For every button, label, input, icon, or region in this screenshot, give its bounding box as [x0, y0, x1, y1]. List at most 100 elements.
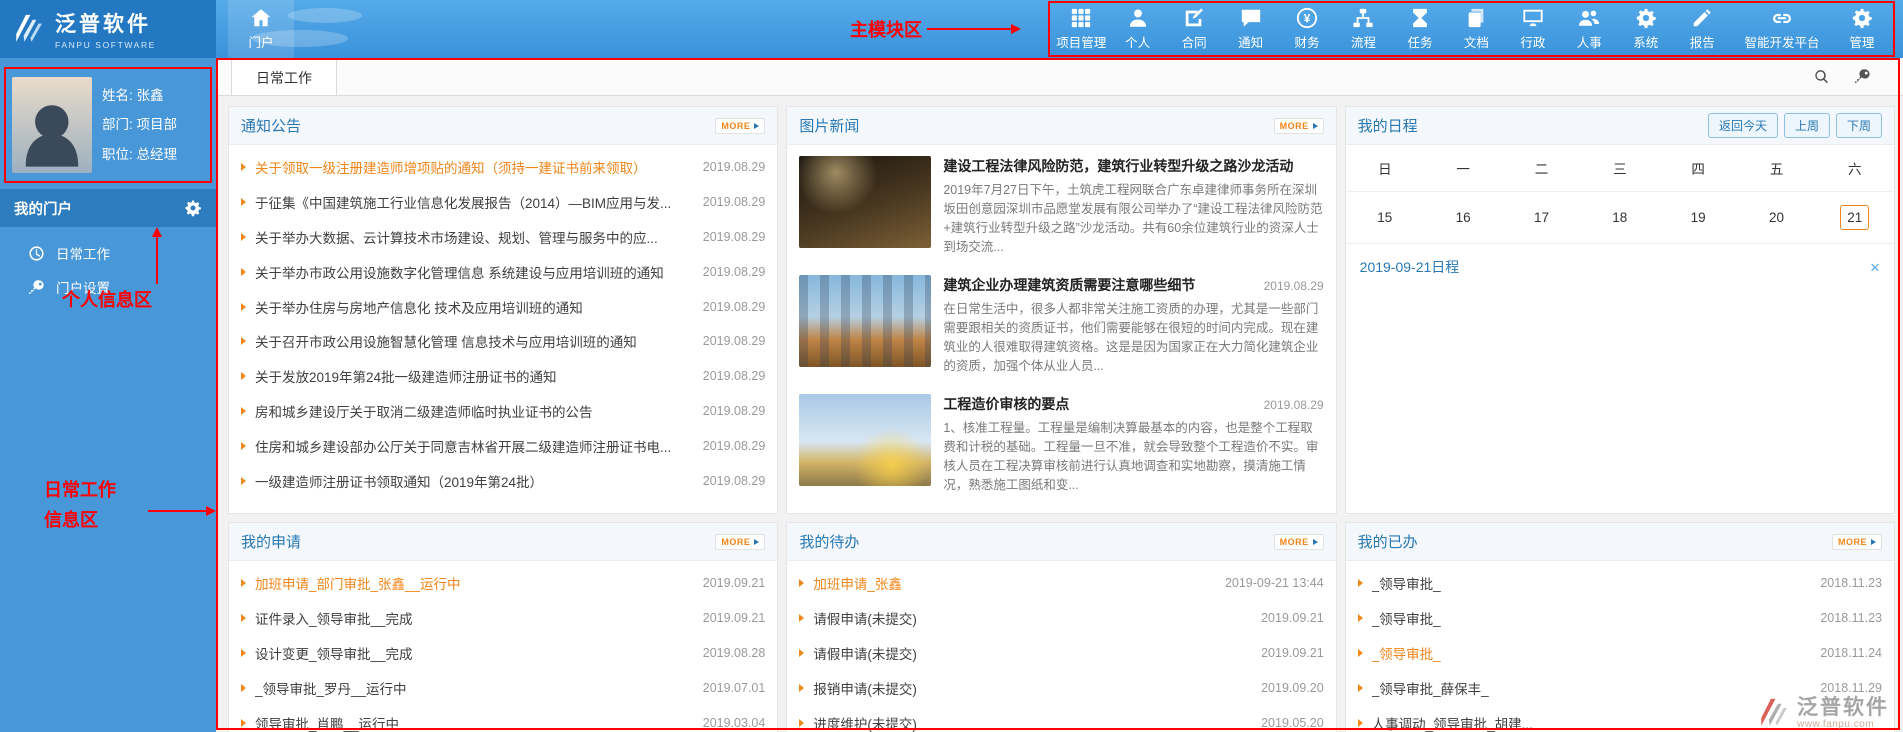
bullet-icon: [241, 303, 246, 311]
module-icon: [1578, 7, 1600, 29]
panel-done-head: 我的已办 MORE: [1346, 523, 1894, 561]
brand-logo[interactable]: 泛普软件 FANPU SOFTWARE: [0, 0, 216, 58]
application-item[interactable]: 加班申请_部门审批_张鑫__运行中 2019.09.21: [241, 566, 765, 601]
done-item[interactable]: _领导审批_ 2018.11.23: [1358, 601, 1882, 636]
date-cell[interactable]: 17: [1502, 192, 1580, 243]
module-item[interactable]: 智能开发平台: [1730, 3, 1833, 55]
page-body: 姓名: 张鑫 部门: 项目部 职位: 总经理 我的门户 日常工作: [0, 58, 1903, 732]
module-item[interactable]: 项目管理: [1053, 3, 1109, 55]
notice-item[interactable]: 关于发放2019年第24批一级建造师注册证书的通知 2019.08.29: [241, 359, 765, 394]
module-item[interactable]: 报告: [1674, 3, 1730, 55]
todo-item[interactable]: 请假申请(未提交) 2019.09.21: [799, 636, 1323, 671]
panel-schedule-head: 我的日程 返回今天 上周 下周: [1346, 107, 1894, 145]
module-label: 人事: [1577, 32, 1602, 51]
more-button[interactable]: MORE: [1832, 534, 1882, 550]
news-item[interactable]: 建筑企业办理建筑资质需要注意哪些细节 2019.08.29 在日常生活中，很多人…: [787, 264, 1335, 383]
calendar-nav-button[interactable]: 下周: [1836, 113, 1882, 138]
profile-title: 职位: 总经理: [102, 140, 177, 169]
weekday-cell: 四: [1659, 145, 1737, 192]
notice-item[interactable]: 住房和城乡建设部办公厅关于同意吉林省开展二级建造师注册证书电... 2019.0…: [241, 428, 765, 463]
sidebar: 姓名: 张鑫 部门: 项目部 职位: 总经理 我的门户 日常工作: [0, 58, 216, 732]
module-item[interactable]: 文档: [1448, 3, 1504, 55]
panel-news-head: 图片新闻 MORE: [787, 107, 1335, 145]
module-item[interactable]: 流程: [1335, 3, 1391, 55]
calendar-nav-button[interactable]: 返回今天: [1708, 113, 1778, 138]
date-cell[interactable]: 19: [1659, 192, 1737, 243]
more-button[interactable]: MORE: [1274, 534, 1324, 550]
bullet-icon: [241, 477, 246, 485]
more-button[interactable]: MORE: [715, 534, 765, 550]
application-item[interactable]: _领导审批_罗丹__运行中 2019.07.01: [241, 670, 765, 705]
application-item[interactable]: 证件录入_领导审批__完成 2019.09.21: [241, 601, 765, 636]
topbar: 泛普软件 FANPU SOFTWARE 门户 主模块区 项目管理: [0, 0, 1903, 58]
calendar-nav-button[interactable]: 上周: [1784, 113, 1830, 138]
news-title: 建设工程法律风险防范，建筑行业转型升级之路沙龙活动: [943, 156, 1315, 176]
module-item[interactable]: ¥ 财务: [1279, 3, 1335, 55]
calendar: 日 一 二 三 四 五 六: [1346, 145, 1894, 244]
cloud-decoration: [288, 8, 362, 23]
sidebar-menu-item[interactable]: 日常工作: [0, 236, 216, 270]
panel-title: 我的已办: [1358, 531, 1418, 552]
bullet-icon: [241, 407, 246, 415]
bullet-icon: [1358, 719, 1363, 727]
date-cell[interactable]: 16: [1424, 192, 1502, 243]
date-cell[interactable]: 18: [1581, 192, 1659, 243]
notice-item[interactable]: 房和城乡建设厅关于取消二级建造师临时执业证书的公告 2019.08.29: [241, 394, 765, 429]
todo-item[interactable]: 请假申请(未提交) 2019.09.21: [799, 601, 1323, 636]
annotation-arrow-right-icon: [927, 28, 1019, 30]
done-item[interactable]: 人事调动_领导审批_胡建...: [1358, 705, 1882, 732]
nav-portal[interactable]: 门户: [228, 0, 294, 58]
notice-item[interactable]: 关于举办市政公用设施数字化管理信息 系统建设与应用培训班的通知 2019.08.…: [241, 254, 765, 289]
todo-item[interactable]: 加班申请_张鑫 2019-09-21 13:44: [799, 566, 1323, 601]
key-icon[interactable]: [1854, 68, 1871, 85]
module-item[interactable]: 人事: [1561, 3, 1617, 55]
todo-item[interactable]: 进度维护(未提交) 2019.05.20: [799, 705, 1323, 732]
panel-my-applications: 我的申请 MORE 加班申请_部门审批_张鑫__运行中 2019.09.21: [228, 522, 778, 732]
module-item[interactable]: 通知: [1222, 3, 1278, 55]
todo-item[interactable]: 报销申请(未提交) 2019.09.20: [799, 670, 1323, 705]
module-item[interactable]: 合同: [1166, 3, 1222, 55]
notice-item[interactable]: 关于领取一级注册建造师增项贴的通知（须持一建证书前来领取） 2019.08.29: [241, 150, 765, 185]
date-cell[interactable]: 20: [1737, 192, 1815, 243]
panel-todos-head: 我的待办 MORE: [787, 523, 1335, 561]
search-icon[interactable]: [1813, 68, 1830, 85]
module-item[interactable]: 系统: [1618, 3, 1674, 55]
panel-schedule: 我的日程 返回今天 上周 下周: [1345, 106, 1895, 514]
module-icon: [1409, 7, 1431, 29]
close-icon[interactable]: ×: [1870, 259, 1880, 276]
weekday-cell: 二: [1502, 145, 1580, 192]
fanpu-logo-icon: [12, 12, 46, 46]
done-item[interactable]: _领导审批_ 2018.11.23: [1358, 566, 1882, 601]
notice-item[interactable]: 关于举办住房与房地产信息化 技术及应用培训班的通知 2019.08.29: [241, 289, 765, 324]
module-item[interactable]: 任务: [1392, 3, 1448, 55]
portal-settings-gear-icon[interactable]: [184, 199, 202, 217]
panel-notices-head: 通知公告 MORE: [229, 107, 777, 145]
tab-daily-work[interactable]: 日常工作: [231, 58, 337, 95]
sidebar-menu: 日常工作 门户设置: [0, 227, 216, 304]
annotation-main-modules: 主模块区: [850, 0, 1019, 58]
done-item[interactable]: _领导审批_薛保丰_ 2018.11.29: [1358, 670, 1882, 705]
sidebar-menu-item[interactable]: 门户设置: [0, 270, 216, 304]
notice-item[interactable]: 于征集《中国建筑施工行业信息化发展报告（2014）—BIM应用与发... 201…: [241, 185, 765, 220]
date-cell[interactable]: 15: [1346, 192, 1424, 243]
applications-list: 加班申请_部门审批_张鑫__运行中 2019.09.21 证件录入_领导审批__…: [229, 561, 777, 732]
news-body: 在日常生活中，很多人都非常关注施工资质的办理，尤其是一些部门需要跟相关的资质证书…: [943, 300, 1323, 372]
svg-text:¥: ¥: [1304, 12, 1311, 26]
news-date: 2019.08.29: [1264, 398, 1324, 412]
application-item[interactable]: 领导审批_肖鹏__运行中 2019.03.04: [241, 705, 765, 732]
notice-item[interactable]: 一级建造师注册证书领取通知（2019年第24批） 2019.08.29: [241, 463, 765, 498]
module-item[interactable]: 行政: [1505, 3, 1561, 55]
news-item[interactable]: 工程造价审核的要点 2019.08.29 1、核准工程量。工程量是编制决算最基本…: [787, 383, 1335, 502]
more-button[interactable]: MORE: [715, 118, 765, 134]
module-icon: [1465, 7, 1487, 29]
more-button[interactable]: MORE: [1274, 118, 1324, 134]
date-cell[interactable]: 21: [1816, 192, 1894, 243]
module-item[interactable]: 个人: [1109, 3, 1165, 55]
news-item[interactable]: 建设工程法律风险防范，建筑行业转型升级之路沙龙活动 2019年7月27日下午，土…: [787, 145, 1335, 264]
application-item[interactable]: 设计变更_领导审批__完成 2019.08.28: [241, 636, 765, 671]
module-icon: [1522, 7, 1544, 29]
module-item[interactable]: 管理: [1834, 3, 1890, 55]
done-item[interactable]: _领导审批_ 2018.11.24: [1358, 636, 1882, 671]
notice-item[interactable]: 关于举办大数据、云计算技术市场建设、规划、管理与服务中的应... 2019.08…: [241, 220, 765, 255]
notice-item[interactable]: 关于召开市政公用设施智慧化管理 信息技术与应用培训班的通知 2019.08.29: [241, 324, 765, 359]
